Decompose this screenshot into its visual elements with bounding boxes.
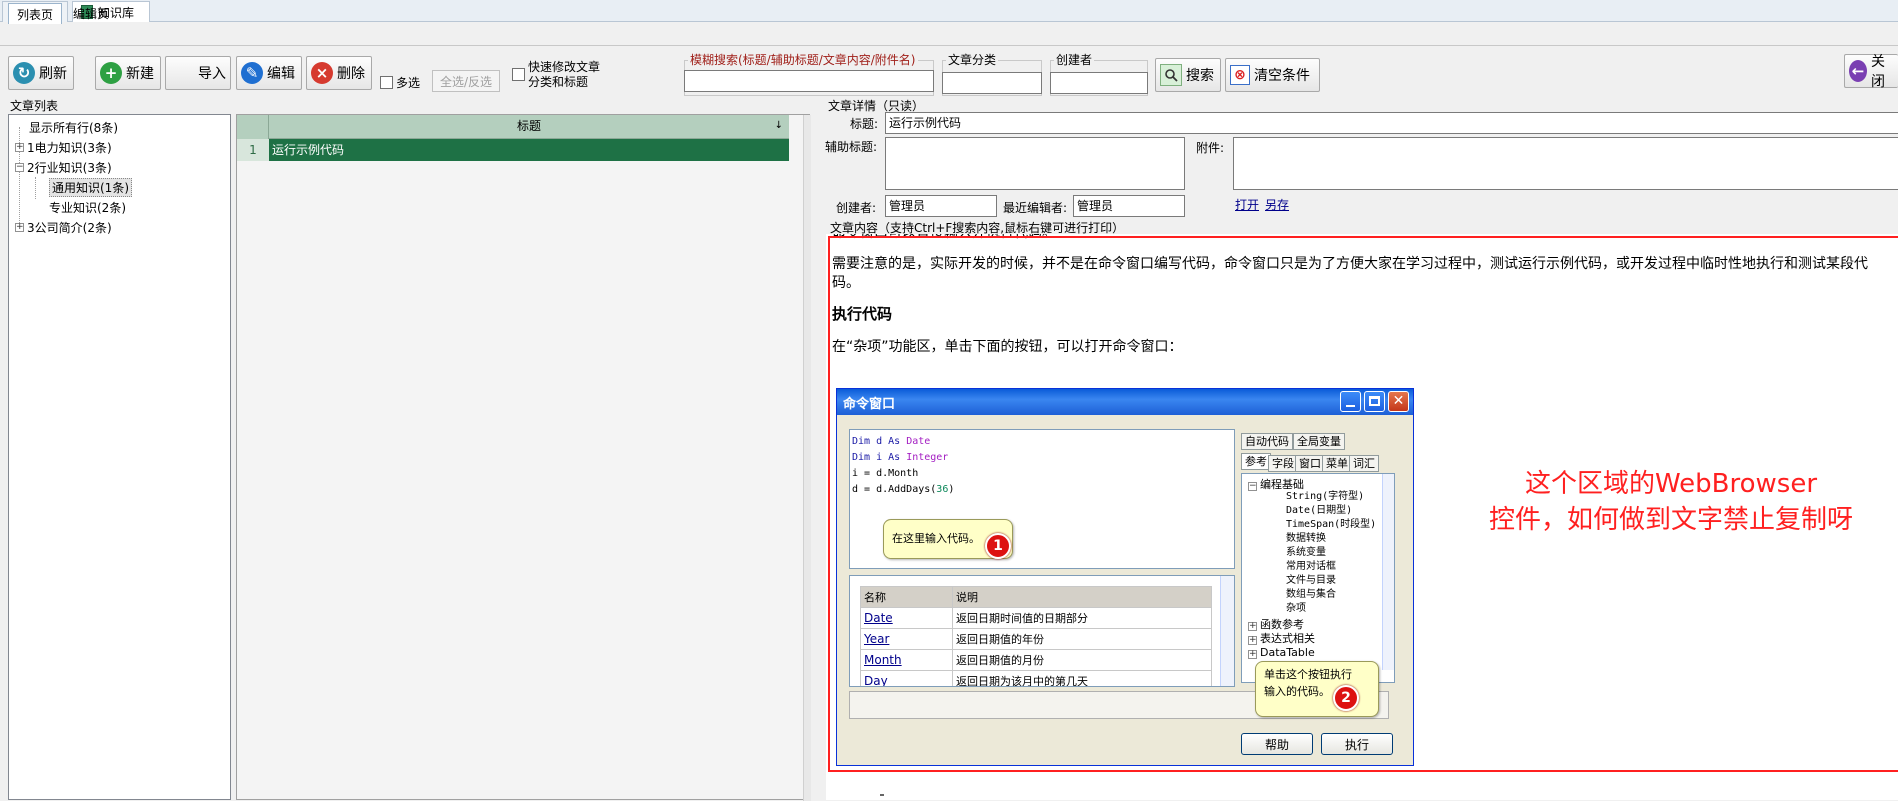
expand-plus-icon[interactable]: +	[15, 223, 24, 232]
clear-icon: ⊗	[1230, 65, 1250, 85]
delete-button[interactable]: × 删除	[306, 56, 372, 90]
checkbox-box	[512, 68, 525, 81]
multi-select-checkbox[interactable]: 多选	[380, 74, 420, 91]
grid-splitter[interactable]	[803, 115, 811, 801]
tree-item-power[interactable]: +1电力知识(3条)	[15, 139, 112, 156]
sub-tab-strip	[0, 22, 1898, 46]
tree-item-general[interactable]: 通用知识(1条)	[49, 178, 132, 197]
last-editor-label: 最近编辑者:	[1003, 201, 1068, 215]
fuzzy-search-label: 模糊搜索(标题/辅助标题/文章内容/附件名)	[688, 51, 918, 68]
tree-item-company[interactable]: +3公司简介(2条)	[15, 219, 112, 236]
tree-item-industry[interactable]: −2行业知识(3条)	[15, 159, 112, 176]
import-button[interactable]: 导入	[165, 56, 231, 90]
grid-header-title[interactable]: 标题 ↓	[269, 115, 789, 139]
search-icon	[1160, 64, 1182, 86]
clear-conditions-button[interactable]: ⊗ 清空条件	[1225, 58, 1320, 92]
pencil-icon: ✎	[241, 62, 263, 84]
quick-edit-checkbox[interactable]: 快速修改文章 分类和标题	[512, 60, 600, 90]
subtab-list[interactable]: 列表页	[8, 3, 63, 24]
subtab-edit[interactable]: 编辑页	[64, 3, 118, 24]
edit-button[interactable]: ✎ 编辑	[236, 56, 302, 90]
article-grid: 标题 ↓ 1 运行示例代码	[236, 114, 811, 801]
fuzzy-search-input[interactable]	[684, 70, 934, 92]
article-list-header: 文章列表	[10, 99, 59, 113]
back-arrow-icon: ←	[1849, 60, 1868, 82]
table-row[interactable]: 运行示例代码	[269, 139, 789, 161]
creator-label: 创建者:	[836, 201, 877, 215]
close-button[interactable]: ← 关闭	[1844, 54, 1898, 90]
saveas-link[interactable]: 另存	[1265, 196, 1289, 213]
creator-field[interactable]: 管理员	[885, 195, 997, 217]
select-all-button[interactable]: 全选/反选	[432, 70, 500, 92]
creator-input[interactable]	[1050, 72, 1148, 94]
category-label: 文章分类	[946, 51, 999, 68]
subtitle-field[interactable]	[885, 137, 1185, 190]
category-input[interactable]	[942, 72, 1042, 94]
plus-icon: +	[100, 62, 122, 84]
sort-arrow-icon: ↓	[774, 120, 783, 131]
creator-filter-label: 创建者	[1054, 51, 1095, 68]
delete-x-icon: ×	[311, 62, 333, 84]
grid-corner	[237, 115, 269, 139]
title-field[interactable]: 运行示例代码	[885, 112, 1898, 134]
title-label: 标题:	[850, 117, 879, 131]
search-button[interactable]: 搜索	[1155, 58, 1221, 92]
attachment-field[interactable]	[1233, 137, 1898, 190]
caret-mark	[880, 794, 884, 796]
main-tab-strip	[0, 0, 1898, 22]
grid-row-number: 1	[237, 139, 269, 161]
tree-item-all[interactable]: 显示所有行(8条)	[29, 119, 118, 136]
annotation-text: 这个区域的WebBrowser 控件，如何做到文字禁止复制呀	[1488, 469, 1853, 535]
new-button[interactable]: + 新建	[95, 56, 161, 90]
refresh-icon: ↻	[13, 62, 35, 84]
category-tree: 显示所有行(8条) +1电力知识(3条) −2行业知识(3条) 通用知识(1条)…	[8, 114, 231, 800]
refresh-button[interactable]: ↻ 刷新	[8, 56, 74, 90]
last-editor-field[interactable]: 管理员	[1073, 195, 1185, 217]
collapse-minus-icon[interactable]: −	[15, 163, 24, 172]
checkbox-box	[380, 76, 393, 89]
article-browser[interactable]: 命令窗口可以直接输入并执行代码。 需要注意的是，实际开发的时候，并不是在命令窗口…	[826, 234, 1898, 800]
expand-plus-icon[interactable]: +	[15, 143, 24, 152]
open-link[interactable]: 打开	[1235, 196, 1259, 213]
subtitle-label: 辅助标题:	[825, 140, 878, 154]
tree-item-professional[interactable]: 专业知识(2条)	[49, 199, 126, 216]
attachment-label: 附件:	[1196, 141, 1225, 155]
